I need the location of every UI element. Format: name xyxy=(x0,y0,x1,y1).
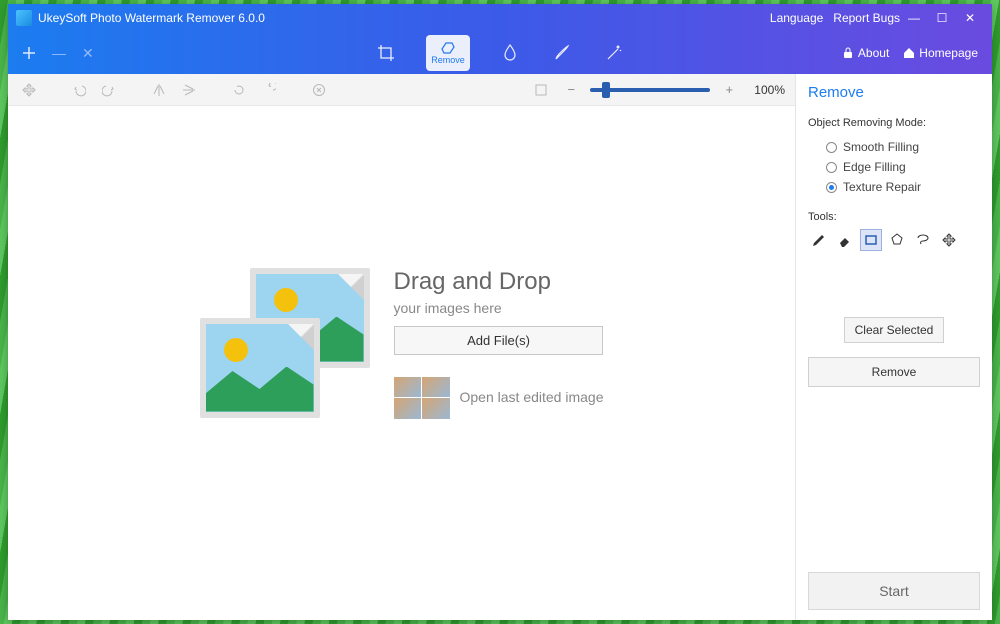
move-icon[interactable] xyxy=(18,79,40,101)
side-panel: Remove Object Removing Mode: Smooth Fill… xyxy=(796,74,992,620)
eraser-icon xyxy=(440,41,456,55)
move-tool-icon[interactable] xyxy=(938,229,960,251)
lasso-tool-icon[interactable] xyxy=(912,229,934,251)
tab-close-icon[interactable]: ✕ xyxy=(82,45,94,62)
main-toolbar: — ✕ Remove About Homepage xyxy=(8,32,992,74)
homepage-link[interactable]: Homepage xyxy=(903,46,978,60)
app-window: UkeySoft Photo Watermark Remover 6.0.0 L… xyxy=(8,4,992,620)
delete-icon[interactable] xyxy=(308,79,330,101)
app-icon xyxy=(16,10,32,26)
tools-row xyxy=(808,229,980,251)
rotate-cw-icon[interactable] xyxy=(258,79,280,101)
undo-icon[interactable] xyxy=(68,79,90,101)
mode-smooth-filling[interactable]: Smooth Filling xyxy=(826,140,980,154)
zoom-value: 100% xyxy=(754,83,785,97)
drop-zone: Drag and Drop your images here Add File(… xyxy=(200,268,604,419)
drop-subheading: your images here xyxy=(394,300,604,316)
fit-icon[interactable] xyxy=(530,79,552,101)
remove-tool-label: Remove xyxy=(431,55,465,65)
lock-icon xyxy=(842,47,854,59)
language-link[interactable]: Language xyxy=(770,11,823,25)
zoom-out-icon[interactable]: − xyxy=(560,79,582,101)
zoom-in-icon[interactable]: + xyxy=(718,79,740,101)
zoom-slider-thumb[interactable] xyxy=(602,82,610,98)
clear-selected-button[interactable]: Clear Selected xyxy=(844,317,944,343)
add-tab-button[interactable] xyxy=(22,46,36,60)
crop-tool-icon[interactable] xyxy=(374,41,398,65)
app-title: UkeySoft Photo Watermark Remover 6.0.0 xyxy=(38,11,265,25)
canvas-column: − + 100% Drag and Drop your images here … xyxy=(8,74,796,620)
report-bugs-link[interactable]: Report Bugs xyxy=(833,11,900,25)
tools-label: Tools: xyxy=(808,211,980,223)
brush-tool-icon[interactable] xyxy=(808,229,830,251)
add-files-button[interactable]: Add File(s) xyxy=(394,326,604,355)
water-drop-icon[interactable] xyxy=(498,41,522,65)
last-edited-thumb-icon xyxy=(394,377,450,419)
zoom-slider[interactable] xyxy=(590,88,710,92)
minimize-button[interactable]: — xyxy=(900,11,928,25)
magic-wand-icon[interactable] xyxy=(602,41,626,65)
flip-v-icon[interactable] xyxy=(178,79,200,101)
rotate-ccw-icon[interactable] xyxy=(228,79,250,101)
drop-heading: Drag and Drop xyxy=(394,268,604,296)
about-label: About xyxy=(858,46,889,60)
start-button[interactable]: Start xyxy=(808,572,980,610)
mode-label: Object Removing Mode: xyxy=(808,117,980,129)
homepage-label: Homepage xyxy=(919,46,978,60)
brush-icon[interactable] xyxy=(550,41,574,65)
remove-button[interactable]: Remove xyxy=(808,357,980,387)
body-area: − + 100% Drag and Drop your images here … xyxy=(8,74,992,620)
rect-select-tool-icon[interactable] xyxy=(860,229,882,251)
mode-smooth-label: Smooth Filling xyxy=(843,140,919,154)
mode-texture-label: Texture Repair xyxy=(843,180,921,194)
canvas-area[interactable]: Drag and Drop your images here Add File(… xyxy=(8,106,795,620)
mode-edge-filling[interactable]: Edge Filling xyxy=(826,160,980,174)
flip-h-icon[interactable] xyxy=(148,79,170,101)
open-last-edited[interactable]: Open last edited image xyxy=(394,377,604,419)
close-button[interactable]: ✕ xyxy=(956,11,984,25)
about-link[interactable]: About xyxy=(842,46,889,60)
placeholder-image-icon xyxy=(200,268,370,418)
canvas-toolbar: − + 100% xyxy=(8,74,795,106)
home-icon xyxy=(903,47,915,59)
tab-min-icon[interactable]: — xyxy=(52,45,66,61)
redo-icon[interactable] xyxy=(98,79,120,101)
side-panel-title: Remove xyxy=(808,84,980,101)
polygon-tool-icon[interactable] xyxy=(886,229,908,251)
titlebar: UkeySoft Photo Watermark Remover 6.0.0 L… xyxy=(8,4,992,32)
mode-edge-label: Edge Filling xyxy=(843,160,906,174)
eraser-tool-icon[interactable] xyxy=(834,229,856,251)
mode-texture-repair[interactable]: Texture Repair xyxy=(826,180,980,194)
remove-tool-button[interactable]: Remove xyxy=(426,35,470,71)
open-last-label: Open last edited image xyxy=(460,389,604,406)
maximize-button[interactable]: ☐ xyxy=(928,11,956,25)
